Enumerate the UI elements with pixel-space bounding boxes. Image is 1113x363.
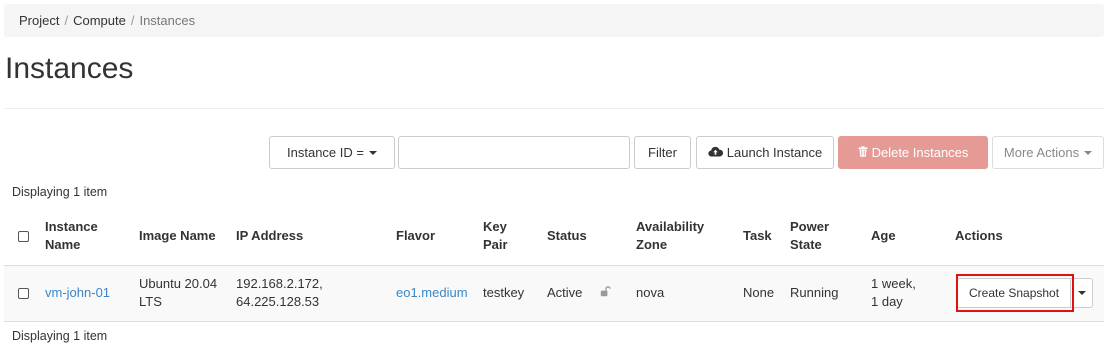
caret-down-icon — [1084, 150, 1093, 155]
filter-field-label: Instance ID = — [287, 145, 364, 160]
row-checkbox[interactable] — [18, 288, 29, 300]
create-snapshot-label: Create Snapshot — [969, 286, 1060, 300]
filter-button-label: Filter — [648, 145, 677, 160]
header-task[interactable]: Task — [737, 207, 784, 265]
cell-image-name: Ubuntu 20.04 LTS — [133, 264, 230, 322]
create-snapshot-button[interactable]: Create Snapshot — [957, 278, 1072, 308]
instance-name-link[interactable]: vm-john-01 — [45, 285, 110, 300]
age-line-1: 1 week, — [871, 276, 916, 291]
delete-instances-button[interactable]: Delete Instances — [838, 136, 988, 169]
status-text: Active — [547, 284, 583, 300]
page-title: Instances — [5, 52, 134, 85]
caret-down-icon — [1077, 291, 1086, 295]
row-actions-dropdown-toggle[interactable] — [1071, 278, 1094, 308]
cell-ip-address: 192.168.2.172, 64.225.128.53 — [230, 264, 390, 322]
filter-button[interactable]: Filter — [634, 136, 691, 169]
instances-table: Instance Name Image Name IP Address Flav… — [4, 207, 1104, 322]
trash-icon — [858, 145, 868, 160]
cell-key-pair: testkey — [477, 264, 541, 322]
header-flavor[interactable]: Flavor — [390, 207, 477, 265]
display-count-top: Displaying 1 item — [12, 185, 108, 199]
header-instance-name[interactable]: Instance Name — [39, 207, 133, 265]
cell-availability-zone: nova — [630, 264, 737, 322]
flavor-link[interactable]: eo1.medium — [396, 285, 468, 300]
header-ip-address[interactable]: IP Address — [230, 207, 390, 265]
cell-task: None — [737, 264, 784, 322]
breadcrumb-separator: / — [130, 13, 135, 28]
breadcrumb-separator: / — [64, 13, 69, 28]
header-status[interactable]: Status — [541, 207, 630, 265]
unlock-icon — [600, 284, 611, 302]
row-select-cell — [4, 264, 39, 322]
select-all-checkbox[interactable] — [18, 230, 29, 242]
more-actions-label: More Actions — [1003, 145, 1080, 160]
delete-instances-label: Delete Instances — [871, 145, 969, 160]
filter-field-dropdown[interactable]: Instance ID = — [269, 136, 395, 169]
caret-down-icon — [368, 150, 377, 155]
cell-power-state: Running — [784, 264, 865, 322]
display-count-bottom: Displaying 1 item — [12, 329, 108, 343]
breadcrumb-instances: Instances — [139, 13, 196, 28]
cell-flavor: eo1.medium — [390, 264, 477, 322]
table-row: vm-john-01 Ubuntu 20.04 LTS 192.168.2.17… — [4, 264, 1104, 322]
breadcrumb-project[interactable]: Project — [19, 13, 59, 28]
row-actions-group: Create Snapshot — [957, 278, 1094, 308]
cell-instance-name: vm-john-01 — [39, 264, 133, 322]
more-actions-button[interactable]: More Actions — [992, 136, 1104, 169]
launch-instance-button[interactable]: Launch Instance — [696, 136, 834, 169]
breadcrumb-compute[interactable]: Compute — [73, 13, 126, 28]
select-all-cell — [4, 207, 39, 265]
age-line-2: 1 day — [871, 294, 903, 309]
header-actions: Actions — [955, 227, 1003, 243]
header-age[interactable]: Age — [865, 207, 949, 265]
cloud-upload-icon — [708, 145, 723, 160]
header-availability-zone[interactable]: Availability Zone — [630, 207, 737, 265]
cell-status: Active — [541, 264, 630, 322]
ip-address-private: 192.168.2.172, — [236, 276, 323, 291]
launch-instance-label: Launch Instance — [726, 145, 823, 160]
cell-actions: Create Snapshot — [949, 264, 1104, 322]
title-divider — [4, 108, 1104, 109]
header-power-state[interactable]: Power State — [784, 207, 865, 265]
filter-search-input[interactable] — [398, 136, 630, 169]
table-header-row: Instance Name Image Name IP Address Flav… — [4, 207, 1104, 265]
header-image-name[interactable]: Image Name — [133, 207, 230, 265]
header-key-pair[interactable]: Key Pair — [477, 207, 541, 265]
breadcrumb: Project / Compute / Instances — [4, 4, 1104, 37]
ip-address-public: 64.225.128.53 — [236, 294, 320, 309]
cell-age: 1 week, 1 day — [865, 264, 949, 322]
